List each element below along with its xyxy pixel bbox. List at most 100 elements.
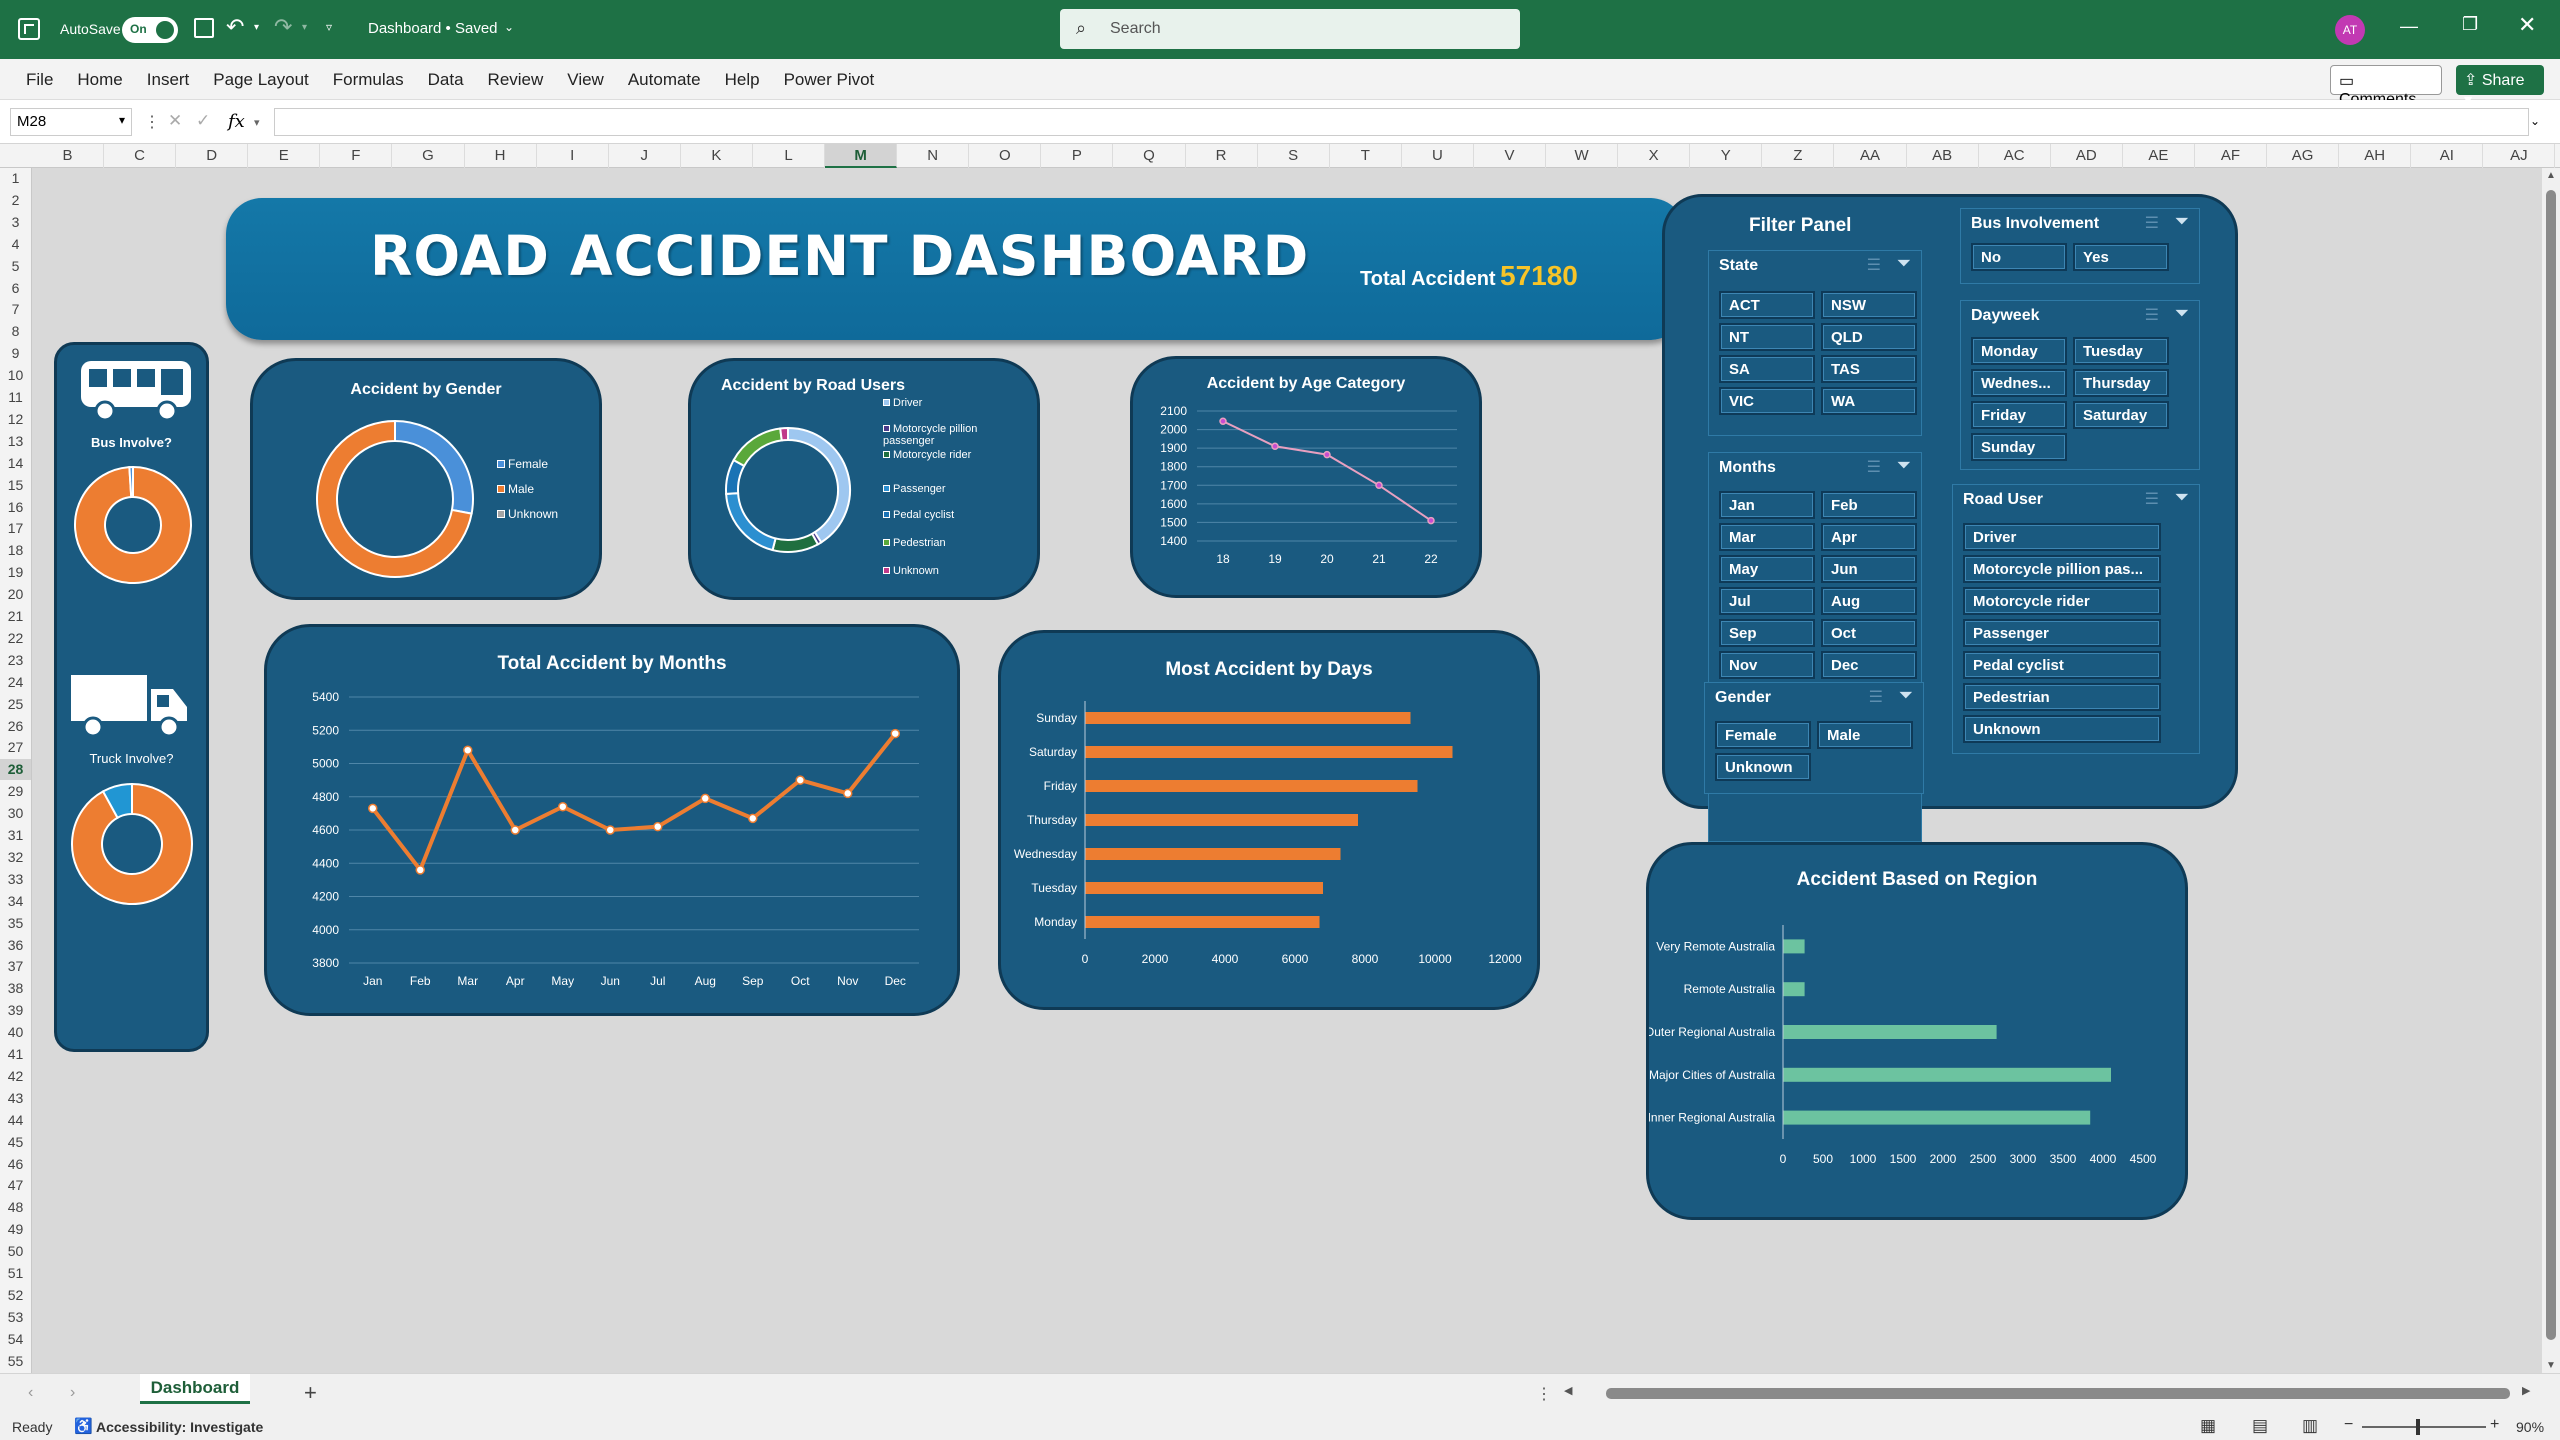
slicer-item[interactable]: Thursday xyxy=(2073,369,2169,397)
row-header-30[interactable]: 30 xyxy=(0,803,31,824)
page-break-view-icon[interactable]: ▥ xyxy=(2302,1416,2318,1436)
multi-select-icon[interactable]: ☰ xyxy=(1867,255,1881,275)
slicer-item[interactable]: Sep xyxy=(1719,619,1815,647)
normal-view-icon[interactable]: ▦ xyxy=(2200,1416,2216,1436)
row-header-21[interactable]: 21 xyxy=(0,606,31,627)
row-header-32[interactable]: 32 xyxy=(0,847,31,868)
menu-item-home[interactable]: Home xyxy=(77,70,122,89)
vertical-scrollbar[interactable]: ▲ ▼ xyxy=(2542,168,2560,1373)
column-header-af[interactable]: AF xyxy=(2195,144,2267,168)
row-header-5[interactable]: 5 xyxy=(0,256,31,277)
row-header-44[interactable]: 44 xyxy=(0,1110,31,1131)
slicer-item[interactable]: SA xyxy=(1719,355,1815,383)
title-dropdown-icon[interactable]: ⌄ xyxy=(504,20,514,34)
slicer-item[interactable]: Unknown xyxy=(1715,753,1811,781)
column-header-f[interactable]: F xyxy=(320,144,393,168)
row-header-13[interactable]: 13 xyxy=(0,431,31,452)
row-header-53[interactable]: 53 xyxy=(0,1307,31,1328)
row-header-8[interactable]: 8 xyxy=(0,321,31,342)
hscroll-left-icon[interactable]: ◀ xyxy=(1564,1384,1572,1397)
column-header-ai[interactable]: AI xyxy=(2411,144,2484,168)
slicer-item[interactable]: Yes xyxy=(2073,243,2169,271)
row-header-18[interactable]: 18 xyxy=(0,540,31,561)
autosave-toggle[interactable]: On xyxy=(122,17,178,43)
slicer-item[interactable]: Wednes... xyxy=(1971,369,2067,397)
column-header-ah[interactable]: AH xyxy=(2339,144,2412,168)
insert-function-icon[interactable]: fx xyxy=(228,111,245,132)
prev-sheet-icon[interactable]: ‹ xyxy=(28,1384,33,1402)
row-header-37[interactable]: 37 xyxy=(0,956,31,977)
column-header-s[interactable]: S xyxy=(1258,144,1330,168)
row-header-2[interactable]: 2 xyxy=(0,190,31,211)
comments-button[interactable]: ▭ Comments xyxy=(2330,65,2442,108)
column-header-g[interactable]: G xyxy=(393,144,465,168)
row-header-38[interactable]: 38 xyxy=(0,978,31,999)
scroll-down-icon[interactable]: ▼ xyxy=(2546,1360,2556,1371)
row-header-50[interactable]: 50 xyxy=(0,1241,31,1262)
row-header-43[interactable]: 43 xyxy=(0,1088,31,1109)
row-header-6[interactable]: 6 xyxy=(0,278,31,299)
slicer-item[interactable]: ACT xyxy=(1719,291,1815,319)
slicer-item[interactable]: Oct xyxy=(1821,619,1917,647)
customize-qat-icon[interactable]: ▿ xyxy=(326,20,332,34)
slicer-item[interactable]: Motorcycle rider xyxy=(1963,587,2161,615)
worksheet-grid[interactable]: ROAD ACCIDENT DASHBOARD Total Accident 5… xyxy=(32,168,2542,1373)
row-header-12[interactable]: 12 xyxy=(0,409,31,430)
row-header-41[interactable]: 41 xyxy=(0,1044,31,1065)
row-header-42[interactable]: 42 xyxy=(0,1066,31,1087)
slicer-item[interactable]: Aug xyxy=(1821,587,1917,615)
row-header-17[interactable]: 17 xyxy=(0,518,31,539)
slicer-item[interactable]: Pedal cyclist xyxy=(1963,651,2161,679)
row-header-39[interactable]: 39 xyxy=(0,1000,31,1021)
column-header-x[interactable]: X xyxy=(1618,144,1691,168)
slicer-item[interactable]: Sunday xyxy=(1971,433,2067,461)
row-header-24[interactable]: 24 xyxy=(0,672,31,693)
undo-dropdown-icon[interactable]: ▾ xyxy=(254,22,259,33)
column-header-r[interactable]: R xyxy=(1186,144,1258,168)
menu-item-automate[interactable]: Automate xyxy=(628,70,701,89)
close-icon[interactable]: ✕ xyxy=(2518,12,2536,38)
slicer-item[interactable]: Apr xyxy=(1821,523,1917,551)
hscroll-right-icon[interactable]: ▶ xyxy=(2522,1384,2530,1397)
slicer-item[interactable]: WA xyxy=(1821,387,1917,415)
slicer-item[interactable]: Male xyxy=(1817,721,1913,749)
menu-item-view[interactable]: View xyxy=(567,70,604,89)
slicer-item[interactable]: Pedestrian xyxy=(1963,683,2161,711)
row-header-14[interactable]: 14 xyxy=(0,453,31,474)
column-header-h[interactable]: H xyxy=(465,144,537,168)
column-header-c[interactable]: C xyxy=(104,144,177,168)
column-header-m[interactable]: M xyxy=(825,144,898,168)
clear-filter-icon[interactable]: ⏷ xyxy=(1897,253,1911,274)
clear-filter-icon[interactable]: ⏷ xyxy=(2175,303,2189,324)
clear-filter-icon[interactable]: ⏷ xyxy=(2175,487,2189,508)
search-box[interactable]: ⌕ Search xyxy=(1060,9,1520,49)
redo-dropdown-icon[interactable]: ▾ xyxy=(302,22,307,33)
row-header-23[interactable]: 23 xyxy=(0,650,31,671)
slicer-item[interactable]: Feb xyxy=(1821,491,1917,519)
row-header-15[interactable]: 15 xyxy=(0,475,31,496)
document-title[interactable]: Dashboard • Saved xyxy=(368,20,498,37)
column-header-i[interactable]: I xyxy=(537,144,609,168)
column-header-j[interactable]: J xyxy=(609,144,681,168)
row-header-4[interactable]: 4 xyxy=(0,234,31,255)
slicer-item[interactable]: No xyxy=(1971,243,2067,271)
slicer-item[interactable]: Monday xyxy=(1971,337,2067,365)
row-header-9[interactable]: 9 xyxy=(0,343,31,364)
undo-icon[interactable]: ↶ xyxy=(226,14,244,40)
slicer-item[interactable]: Jun xyxy=(1821,555,1917,583)
column-header-l[interactable]: L xyxy=(753,144,825,168)
cancel-icon[interactable]: ✕ xyxy=(168,111,182,131)
zoom-slider-thumb[interactable] xyxy=(2416,1419,2420,1435)
row-header-26[interactable]: 26 xyxy=(0,716,31,737)
clear-filter-icon[interactable]: ⏷ xyxy=(1897,455,1911,476)
column-header-n[interactable]: N xyxy=(897,144,970,168)
row-header-45[interactable]: 45 xyxy=(0,1132,31,1153)
name-box[interactable]: M28 ▾ xyxy=(10,108,132,136)
expand-formula-icon[interactable]: ⌄ xyxy=(2530,114,2540,128)
column-header-d[interactable]: D xyxy=(176,144,249,168)
clear-filter-icon[interactable]: ⏷ xyxy=(1899,685,1913,706)
slicer-item[interactable]: TAS xyxy=(1821,355,1917,383)
column-header-k[interactable]: K xyxy=(681,144,753,168)
column-header-ad[interactable]: AD xyxy=(2051,144,2123,168)
column-header-o[interactable]: O xyxy=(969,144,1042,168)
